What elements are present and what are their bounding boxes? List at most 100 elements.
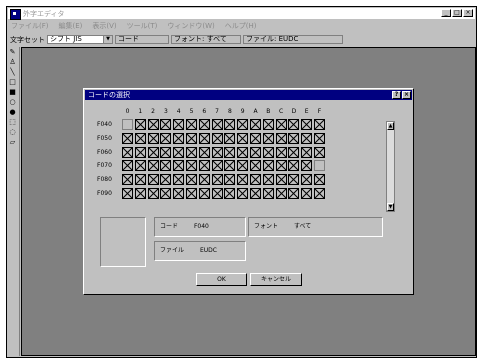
code-cell[interactable] — [173, 132, 185, 144]
code-cell[interactable] — [250, 160, 261, 172]
ok-button[interactable]: OK — [196, 273, 247, 286]
code-cell[interactable] — [275, 174, 287, 186]
code-cell[interactable] — [288, 132, 300, 144]
scroll-down-icon[interactable]: ▼ — [387, 203, 394, 211]
code-cell[interactable] — [134, 174, 146, 186]
code-cell[interactable] — [224, 160, 236, 172]
filled-rect-icon[interactable]: ■ — [8, 88, 17, 97]
code-cell[interactable] — [301, 174, 313, 186]
minimize-button[interactable]: _ — [441, 9, 451, 17]
code-cell[interactable] — [211, 119, 223, 130]
code-cell[interactable] — [262, 188, 274, 199]
code-cell-empty[interactable] — [122, 119, 133, 130]
menu-file[interactable]: ファイル(F) — [11, 21, 49, 31]
code-cell[interactable] — [198, 188, 210, 199]
code-cell[interactable] — [198, 132, 210, 144]
code-cell[interactable] — [186, 160, 197, 172]
code-cell[interactable] — [314, 146, 325, 158]
code-cell[interactable] — [250, 132, 261, 144]
code-cell[interactable] — [301, 188, 313, 199]
grid-scrollbar[interactable]: ▲ ▼ — [386, 121, 395, 212]
code-cell[interactable] — [262, 160, 274, 172]
filled-ellipse-icon[interactable]: ● — [8, 108, 17, 117]
code-cell[interactable] — [134, 132, 146, 144]
code-cell[interactable] — [224, 132, 236, 144]
code-cell[interactable] — [211, 146, 223, 158]
code-cell[interactable] — [224, 188, 236, 199]
code-cell[interactable] — [173, 188, 185, 199]
code-cell[interactable] — [186, 174, 197, 186]
code-cell[interactable] — [160, 146, 172, 158]
hollow-rect-icon[interactable]: □ — [8, 78, 17, 87]
code-cell[interactable] — [186, 146, 197, 158]
code-cell[interactable] — [173, 146, 185, 158]
code-cell[interactable] — [198, 146, 210, 158]
menu-edit[interactable]: 編集(E) — [59, 21, 83, 31]
code-cell[interactable] — [186, 188, 197, 199]
code-cell[interactable] — [122, 174, 133, 186]
code-cell[interactable] — [237, 132, 249, 144]
dialog-close-button[interactable]: × — [402, 91, 411, 99]
code-cell[interactable] — [262, 132, 274, 144]
code-cell[interactable] — [314, 132, 325, 144]
code-cell[interactable] — [314, 174, 325, 186]
code-cell[interactable] — [147, 160, 159, 172]
code-cell[interactable] — [275, 160, 287, 172]
code-cell[interactable] — [301, 132, 313, 144]
code-cell[interactable] — [160, 132, 172, 144]
code-cell[interactable] — [224, 146, 236, 158]
eraser-icon[interactable]: ▱ — [8, 138, 17, 147]
code-cell[interactable] — [237, 146, 249, 158]
charset-select[interactable]: シフト JIS ▼ — [47, 35, 113, 44]
menu-view[interactable]: 表示(V) — [92, 21, 116, 31]
code-cell[interactable] — [122, 146, 133, 158]
code-cell[interactable] — [301, 146, 313, 158]
code-cell[interactable] — [147, 174, 159, 186]
code-cell[interactable] — [288, 160, 300, 172]
code-cell[interactable] — [160, 174, 172, 186]
code-cell[interactable] — [211, 160, 223, 172]
code-cell[interactable] — [134, 160, 146, 172]
scroll-up-icon[interactable]: ▲ — [387, 122, 394, 130]
code-cell[interactable] — [275, 146, 287, 158]
maximize-button[interactable]: □ — [452, 9, 462, 17]
code-cell[interactable] — [237, 188, 249, 199]
code-cell[interactable] — [211, 174, 223, 186]
cancel-button[interactable]: キャンセル — [250, 273, 302, 286]
code-cell[interactable] — [262, 146, 274, 158]
code-cell[interactable] — [211, 132, 223, 144]
code-cell[interactable] — [134, 188, 146, 199]
code-cell[interactable] — [198, 160, 210, 172]
code-cell[interactable] — [122, 160, 133, 172]
code-cell[interactable] — [250, 119, 261, 130]
code-cell[interactable] — [288, 188, 300, 199]
code-cell[interactable] — [275, 119, 287, 130]
code-cell[interactable] — [211, 188, 223, 199]
close-button[interactable]: × — [463, 9, 473, 17]
code-cell[interactable] — [301, 160, 313, 172]
code-cell[interactable] — [237, 119, 249, 130]
app-icon[interactable] — [10, 9, 21, 20]
code-cell[interactable] — [198, 119, 210, 130]
code-cell[interactable] — [198, 174, 210, 186]
hollow-ellipse-icon[interactable]: ○ — [8, 98, 17, 107]
brush-icon[interactable]: ♙ — [8, 58, 17, 67]
code-cell[interactable] — [250, 174, 261, 186]
code-cell[interactable] — [275, 188, 287, 199]
code-cell[interactable] — [186, 119, 197, 130]
code-cell[interactable] — [160, 188, 172, 199]
code-cell[interactable] — [275, 132, 287, 144]
code-cell[interactable] — [224, 119, 236, 130]
code-cell[interactable] — [173, 119, 185, 130]
menu-window[interactable]: ウィンドウ(W) — [167, 21, 214, 31]
code-cell[interactable] — [314, 119, 325, 130]
code-cell[interactable] — [122, 132, 133, 144]
code-cell[interactable] — [186, 132, 197, 144]
code-cell[interactable] — [147, 132, 159, 144]
code-cell[interactable] — [173, 174, 185, 186]
code-cell[interactable] — [262, 119, 274, 130]
code-cell-empty[interactable] — [314, 160, 325, 172]
menu-tools[interactable]: ツール(T) — [127, 21, 158, 31]
freeform-select-icon[interactable]: ◌ — [8, 128, 17, 137]
help-button[interactable]: ? — [392, 91, 401, 99]
